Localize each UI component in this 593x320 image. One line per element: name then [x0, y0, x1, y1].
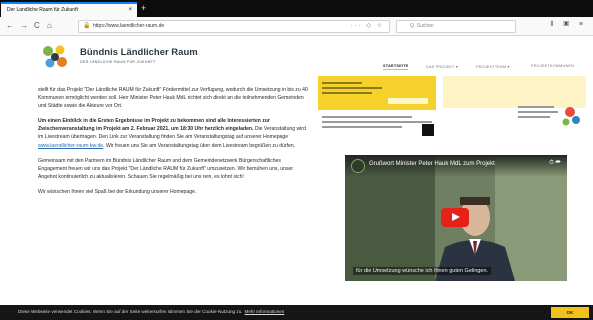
- play-button[interactable]: [441, 208, 469, 227]
- url-bar[interactable]: 🔒 https://www.laendlicher-raum.de ··· ◇ …: [78, 20, 390, 33]
- browser-tab-bar: Der Landliche Raum für Zukunft × +: [0, 0, 593, 17]
- new-tab-button[interactable]: +: [141, 3, 146, 14]
- reload-icon[interactable]: C: [34, 21, 40, 31]
- browser-nav-bar: ← → C ⌂ 🔒 https://www.laendlicher-raum.d…: [0, 17, 593, 36]
- browser-tab[interactable]: Der Landliche Raum für Zukunft ×: [1, 2, 137, 17]
- cookie-banner: Diese Webseite verwendet Cookies. Wenn S…: [0, 305, 593, 320]
- brand-title[interactable]: Bündnis Ländlicher Raum: [80, 47, 198, 58]
- video-title[interactable]: Grußwort Minister Peter Hauk MdL zum Pro…: [369, 161, 495, 167]
- site-logo[interactable]: [40, 42, 70, 72]
- more-info-link[interactable]: Mehr Informationen: [245, 309, 285, 314]
- tab-title: Der Landliche Raum für Zukunft: [7, 7, 78, 13]
- nav-item-projektteam[interactable]: PROJEKTTEAM ▾: [476, 64, 510, 69]
- close-tab-icon[interactable]: ×: [128, 4, 132, 16]
- url-text: https://www.laendlicher-raum.de: [93, 23, 165, 29]
- search-placeholder: Q. Suchen: [410, 23, 434, 29]
- paragraph: stellt für das Projekt "Der Ländliche RA…: [38, 87, 308, 110]
- nav-item-projektkommunen[interactable]: PROJEKTKOMMUNEN: [531, 64, 574, 68]
- homepage-link[interactable]: www.laendlicher-raum-bw.de: [38, 143, 103, 149]
- nav-item-startseite[interactable]: STARTSEITE: [383, 64, 409, 70]
- channel-avatar[interactable]: [351, 159, 365, 173]
- back-icon[interactable]: ←: [6, 21, 14, 31]
- watch-later-share-icons[interactable]: ⏱ ➦: [549, 160, 561, 167]
- youtube-video[interactable]: Grußwort Minister Peter Hauk MdL zum Pro…: [345, 155, 567, 281]
- cookie-text: Diese Webseite verwendet Cookies. Wenn S…: [18, 309, 285, 314]
- forward-icon[interactable]: →: [20, 21, 28, 31]
- event-highlight: Um einen Einblick in die Ersten Ergebnis…: [38, 118, 270, 133]
- home-icon[interactable]: ⌂: [47, 21, 52, 31]
- project-banner-image: [318, 76, 586, 136]
- article-body: stellt für das Projekt "Der Ländliche RA…: [38, 86, 308, 203]
- cookie-ok-button[interactable]: OK: [551, 307, 589, 318]
- search-input[interactable]: Q. Suchen: [396, 20, 516, 33]
- paragraph: Gemeinsam mit den Partnern im Bündnis Lä…: [38, 157, 294, 180]
- paragraph: Wir wünschen Ihnen viel Spaß bei der Erk…: [38, 188, 197, 195]
- lock-icon: 🔒: [83, 23, 91, 29]
- toolbar-icons[interactable]: ⫴ ▣ ≡: [550, 21, 587, 29]
- brand-subtitle: DER LÄNDLICHE RAUM FÜR ZUKUNFT: [80, 60, 156, 64]
- page-actions-icon[interactable]: ··· ◇ ☆: [351, 21, 384, 32]
- video-caption: für die Umsetzung wünsche ich Ihnen gute…: [353, 267, 492, 275]
- paragraph-event: Um einen Einblick in die Ersten Ergebnis…: [38, 118, 306, 149]
- nav-item-das-projekt[interactable]: DAS PROJEKT ▾: [426, 64, 458, 69]
